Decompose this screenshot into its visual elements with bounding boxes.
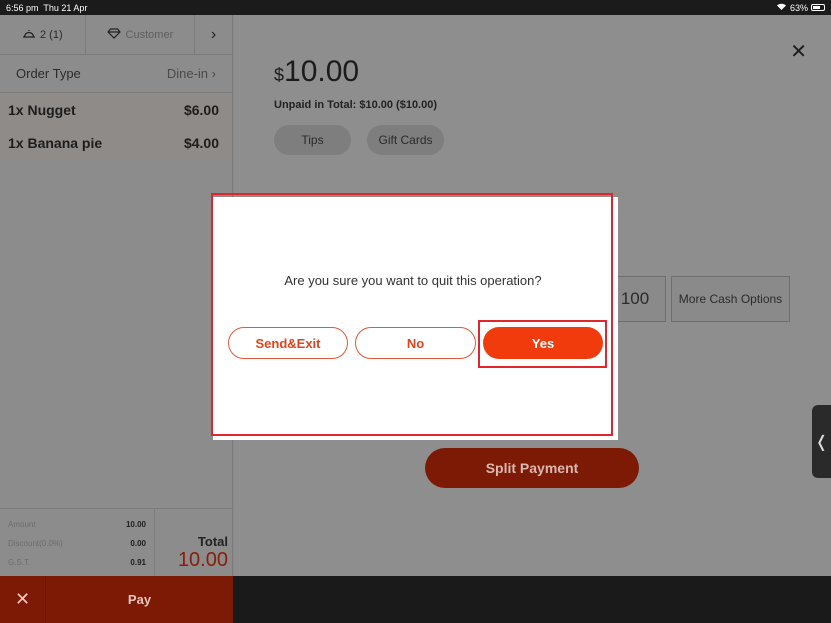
customer-label: Customer — [125, 28, 174, 41]
guests-button[interactable]: 2 (1) — [0, 15, 86, 54]
customer-button[interactable]: Customer — [86, 15, 196, 54]
no-button[interactable]: No — [355, 327, 476, 359]
order-type-row[interactable]: Order Type Dine-in › — [0, 55, 232, 93]
list-item[interactable]: 1x Banana pie $4.00 — [0, 126, 232, 159]
currency-symbol: $ — [274, 65, 285, 85]
chevron-right-icon: › — [211, 66, 216, 81]
list-item[interactable]: 1x Nugget $6.00 — [0, 93, 232, 126]
close-icon: ✕ — [14, 589, 31, 609]
order-type-value: Dine-in — [166, 66, 209, 81]
pay-button[interactable]: Pay — [46, 576, 233, 623]
chevron-right-icon[interactable]: › — [195, 15, 232, 54]
amount-label: Amount — [8, 520, 36, 529]
gst-label: G.S.T. — [8, 558, 31, 567]
more-cash-options-button[interactable]: More Cash Options — [671, 276, 790, 322]
gst-row: G.S.T. 0.91 — [8, 553, 146, 572]
cancel-order-button[interactable]: ✕ — [0, 576, 46, 623]
guests-count: 2 (1) — [40, 28, 63, 41]
amount-due: 10.00 — [284, 55, 360, 88]
item-name: 1x Banana pie — [8, 134, 103, 151]
confirm-dialog: Are you sure you want to quit this opera… — [213, 197, 618, 440]
order-type-value-wrap: Dine-in › — [167, 66, 216, 81]
diamond-icon — [106, 27, 121, 42]
discount-row: Discount(0.0%) 0.00 — [8, 534, 146, 553]
serving-bell-icon — [22, 28, 36, 42]
status-time: 6:56 pm — [6, 2, 39, 13]
chevron-left-icon: ❬ — [814, 433, 829, 451]
split-payment-button[interactable]: Split Payment — [425, 448, 639, 488]
order-panel: 2 (1) Customer › Order Type Dine-in › 1x… — [0, 15, 233, 576]
discount-value: 0.00 — [130, 539, 146, 548]
amount-row: Amount 10.00 — [8, 515, 146, 534]
send-exit-button[interactable]: Send&Exit — [228, 327, 348, 359]
battery-icon — [811, 4, 825, 11]
payment-amount: $10.00 — [274, 55, 359, 89]
yes-button[interactable]: Yes — [483, 327, 603, 359]
side-drawer-handle[interactable]: ❬ — [812, 405, 831, 478]
order-type-label: Order Type — [16, 66, 81, 81]
status-date: Thu 21 Apr — [43, 2, 88, 13]
unpaid-total: Unpaid in Total: $10.00 ($10.00) — [274, 99, 438, 111]
item-price: $6.00 — [183, 101, 219, 118]
status-right: 63% — [776, 2, 825, 13]
total-label: Total — [197, 534, 228, 549]
order-items: 1x Nugget $6.00 1x Banana pie $4.00 — [0, 93, 232, 159]
battery-percent: 63% — [789, 2, 808, 13]
status-left: 6:56 pm Thu 21 Apr — [6, 3, 87, 13]
subtotals: Amount 10.00 Discount(0.0%) 0.00 G.S.T. … — [0, 509, 155, 576]
order-topbar: 2 (1) Customer › — [0, 15, 232, 55]
discount-label: Discount(0.0%) — [8, 539, 63, 548]
grand-total: Total 10.00 — [155, 509, 233, 576]
close-icon[interactable]: ✕ — [790, 39, 807, 64]
wifi-icon — [776, 2, 787, 13]
item-price: $4.00 — [183, 134, 219, 151]
status-bar: 6:56 pm Thu 21 Apr 63% — [0, 0, 831, 15]
total-value: 10.00 — [177, 549, 228, 571]
dialog-message: Are you sure you want to quit this opera… — [284, 273, 542, 288]
amount-value: 10.00 — [125, 520, 146, 529]
gst-value: 0.91 — [130, 558, 146, 567]
tips-button[interactable]: Tips — [274, 125, 351, 155]
item-name: 1x Nugget — [8, 101, 76, 118]
order-totals: Amount 10.00 Discount(0.0%) 0.00 G.S.T. … — [0, 508, 233, 576]
gift-cards-button[interactable]: Gift Cards — [367, 125, 444, 155]
